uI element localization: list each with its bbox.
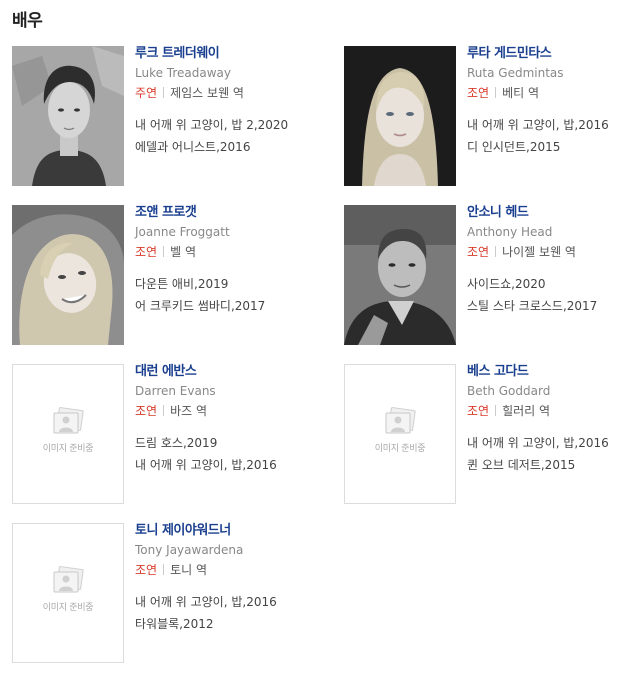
cast-card: 조앤 프로갯 Joanne Froggatt 조연 벨 역 다운튼 애비,2019… xyxy=(12,205,312,345)
filmography-item[interactable]: 내 어깨 위 고양이, 밥,2016 xyxy=(467,432,629,454)
filmography-item[interactable]: 사이드쇼,2020 xyxy=(467,273,629,295)
role-name: 토니 역 xyxy=(170,563,208,577)
role-line: 조연 베티 역 xyxy=(467,85,629,101)
filmography-item[interactable]: 내 어깨 위 고양이, 밥,2016 xyxy=(467,114,629,136)
role-name: 벨 역 xyxy=(170,245,196,259)
actor-english-name: Ruta Gedmintas xyxy=(467,66,564,80)
role-name: 바즈 역 xyxy=(170,404,208,418)
cast-card: 이미지 준비중 토니 제이야워드너 Tony Jayawardena 조연 토니 … xyxy=(12,523,312,663)
filmography: 다운튼 애비,2019 어 크루키드 썸바디,2017 xyxy=(135,273,315,317)
role-line: 조연 힐러리 역 xyxy=(467,403,629,419)
divider xyxy=(495,87,497,98)
actor-name-link[interactable]: 루크 트레더웨이 xyxy=(135,46,315,62)
filmography-item[interactable]: 디 인시던트,2015 xyxy=(467,136,629,158)
role-type: 조연 xyxy=(467,86,490,100)
filmography: 사이드쇼,2020 스틸 스타 크로스드,2017 xyxy=(467,273,629,317)
role-name: 제임스 보웬 역 xyxy=(170,86,244,100)
cast-card: 루크 트레더웨이 Luke Treadaway 주연 제임스 보웬 역 내 어깨 … xyxy=(12,46,312,186)
actor-english-name: Beth Goddard xyxy=(467,384,551,398)
actor-photo[interactable] xyxy=(344,205,456,345)
divider xyxy=(495,405,497,416)
role-type: 조연 xyxy=(135,563,158,577)
filmography: 내 어깨 위 고양이, 밥 2,2020 에델과 어니스트,2016 xyxy=(135,114,315,158)
cast-card: 안소니 헤드 Anthony Head 조연 나이젤 보웬 역 사이드쇼,2020… xyxy=(344,205,629,345)
role-line: 조연 나이젤 보웬 역 xyxy=(467,244,629,260)
role-line: 조연 바즈 역 xyxy=(135,403,315,419)
actor-photo[interactable] xyxy=(12,46,124,186)
cast-card: 이미지 준비중 베스 고다드 Beth Goddard 조연 힐러리 역 내 어깨… xyxy=(344,364,629,504)
filmography-item[interactable]: 내 어깨 위 고양이, 밥,2016 xyxy=(135,454,315,476)
role-name: 나이젤 보웬 역 xyxy=(502,245,576,259)
filmography-item[interactable]: 타워블록,2012 xyxy=(135,613,315,635)
role-line: 주연 제임스 보웬 역 xyxy=(135,85,315,101)
role-line: 조연 토니 역 xyxy=(135,562,315,578)
divider xyxy=(163,87,165,98)
image-placeholder-icon xyxy=(53,566,84,593)
actor-photo[interactable] xyxy=(12,205,124,345)
actor-english-name: Luke Treadaway xyxy=(135,66,232,80)
actor-english-name: Tony Jayawardena xyxy=(135,543,244,557)
actor-name-link[interactable]: 베스 고다드 xyxy=(467,364,629,380)
filmography-item[interactable]: 내 어깨 위 고양이, 밥 2,2020 xyxy=(135,114,315,136)
image-placeholder-icon xyxy=(385,407,416,434)
role-name: 베티 역 xyxy=(502,86,540,100)
actor-name-link[interactable]: 조앤 프로갯 xyxy=(135,205,315,221)
cast-card: 루타 게드민타스 Ruta Gedmintas 조연 베티 역 내 어깨 위 고양… xyxy=(344,46,629,186)
filmography-item[interactable]: 스틸 스타 크로스드,2017 xyxy=(467,295,629,317)
actor-photo-placeholder[interactable]: 이미지 준비중 xyxy=(12,364,124,504)
actor-name-link[interactable]: 토니 제이야워드너 xyxy=(135,523,315,539)
role-type: 주연 xyxy=(135,86,158,100)
role-type: 조연 xyxy=(135,245,158,259)
placeholder-text: 이미지 준비중 xyxy=(42,603,94,613)
divider xyxy=(495,246,497,257)
placeholder-text: 이미지 준비중 xyxy=(374,444,426,454)
role-name: 힐러리 역 xyxy=(502,404,551,418)
actor-photo-placeholder[interactable]: 이미지 준비중 xyxy=(12,523,124,663)
filmography: 드림 호스,2019 내 어깨 위 고양이, 밥,2016 xyxy=(135,432,315,476)
role-line: 조연 벨 역 xyxy=(135,244,315,260)
divider xyxy=(163,246,165,257)
image-placeholder-icon xyxy=(53,407,84,434)
actor-name-link[interactable]: 루타 게드민타스 xyxy=(467,46,629,62)
divider xyxy=(163,564,165,575)
divider xyxy=(163,405,165,416)
role-type: 조연 xyxy=(467,404,490,418)
filmography-item[interactable]: 퀸 오브 데저트,2015 xyxy=(467,454,629,476)
cast-card: 이미지 준비중 대런 에반스 Darren Evans 조연 바즈 역 드림 호스… xyxy=(12,364,312,504)
filmography-item[interactable]: 어 크루키드 썸바디,2017 xyxy=(135,295,315,317)
filmography: 내 어깨 위 고양이, 밥,2016 디 인시던트,2015 xyxy=(467,114,629,158)
actor-photo[interactable] xyxy=(344,46,456,186)
actor-name-link[interactable]: 대런 에반스 xyxy=(135,364,315,380)
filmography-item[interactable]: 내 어깨 위 고양이, 밥,2016 xyxy=(135,591,315,613)
filmography-item[interactable]: 다운튼 애비,2019 xyxy=(135,273,315,295)
actor-english-name: Darren Evans xyxy=(135,384,216,398)
actor-name-link[interactable]: 안소니 헤드 xyxy=(467,205,629,221)
section-title: 배우 xyxy=(12,11,43,31)
filmography: 내 어깨 위 고양이, 밥,2016 타워블록,2012 xyxy=(135,591,315,635)
filmography-item[interactable]: 에델과 어니스트,2016 xyxy=(135,136,315,158)
placeholder-text: 이미지 준비중 xyxy=(42,444,94,454)
actor-english-name: Anthony Head xyxy=(467,225,553,239)
actor-photo-placeholder[interactable]: 이미지 준비중 xyxy=(344,364,456,504)
actor-english-name: Joanne Froggatt xyxy=(135,225,230,239)
filmography: 내 어깨 위 고양이, 밥,2016 퀸 오브 데저트,2015 xyxy=(467,432,629,476)
role-type: 조연 xyxy=(467,245,490,259)
role-type: 조연 xyxy=(135,404,158,418)
filmography-item[interactable]: 드림 호스,2019 xyxy=(135,432,315,454)
